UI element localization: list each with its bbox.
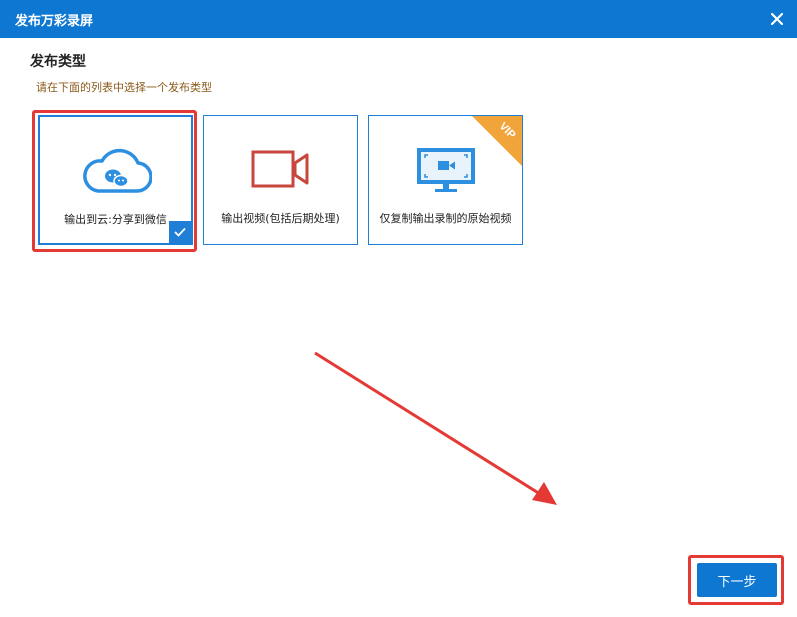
close-icon <box>771 13 783 25</box>
option-cloud-share[interactable]: 输出到云:分享到微信 <box>38 115 193 245</box>
close-button[interactable] <box>765 7 789 31</box>
dialog-titlebar: 发布万彩录屏 <box>0 0 797 38</box>
vip-badge: VIP <box>472 116 522 166</box>
option-export-video[interactable]: 输出视频(包括后期处理) <box>203 115 358 245</box>
option-label: 仅复制输出录制的原始视频 <box>379 212 512 225</box>
section-title: 发布类型 <box>30 54 86 70</box>
video-camera-icon <box>204 146 357 194</box>
cloud-wechat-icon <box>40 147 191 195</box>
section-hint: 请在下面的列表中选择一个发布类型 <box>36 81 212 94</box>
option-label: 输出视频(包括后期处理) <box>221 212 340 225</box>
dialog-title: 发布万彩录屏 <box>15 14 94 29</box>
option-copy-raw-video[interactable]: 仅复制输出录制的原始视频 VIP <box>368 115 523 245</box>
selected-check-icon <box>169 221 191 243</box>
next-button[interactable]: 下一步 <box>697 563 777 597</box>
